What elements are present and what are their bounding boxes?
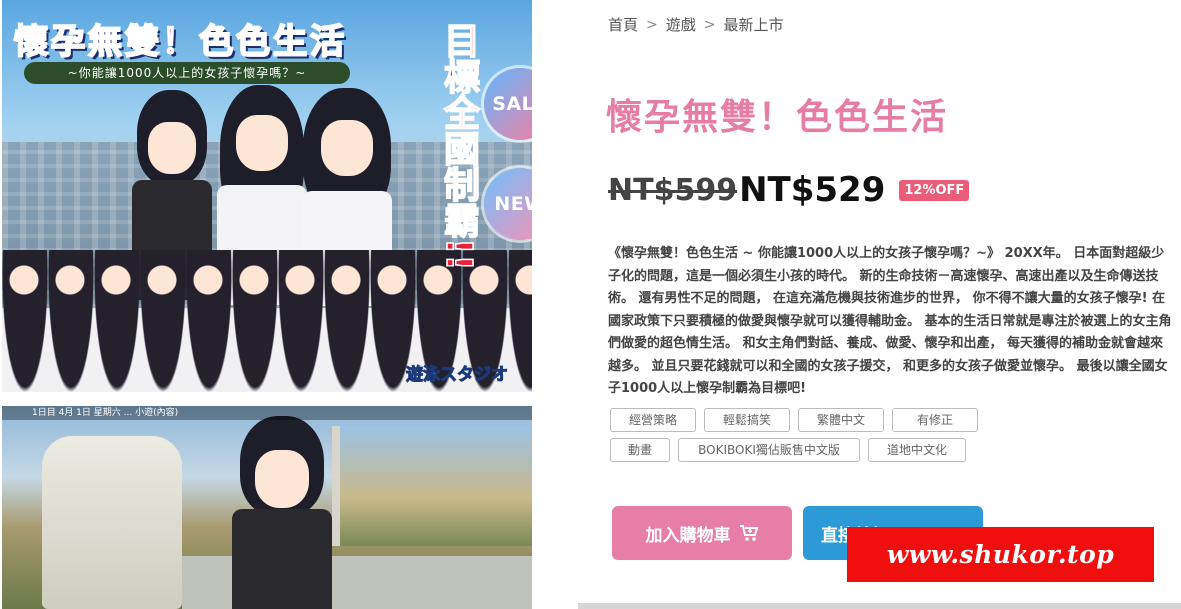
breadcrumb-games[interactable]: 遊戲 [666, 14, 696, 35]
hero-subtitle: ~你能讓1000人以上的女孩子懷孕嗎？~ [24, 62, 350, 84]
game-hud: 1日目 4月 1日 星期六 ... 小遊(內容) [2, 406, 532, 420]
sale-price: NT$529 [739, 170, 886, 210]
breadcrumb: 首頁 > 遊戲 > 最新上市 [608, 14, 784, 35]
character-figure [232, 416, 332, 609]
breadcrumb-new-releases[interactable]: 最新上市 [724, 14, 784, 35]
product-description: 《懷孕無雙！色色生活 ~ 你能讓1000人以上的女孩子懷孕嗎？~》 20XX年。… [608, 246, 1172, 396]
hero-vertical-slogan: 目標全國制霸!! [437, 21, 480, 271]
chevron-right-icon: > [646, 16, 658, 33]
tag[interactable]: 有修正 [892, 408, 978, 432]
add-to-cart-button[interactable]: 加入購物車 [612, 506, 792, 560]
discount-badge: 12%OFF [899, 179, 970, 201]
car-seat [42, 436, 182, 609]
divider [578, 603, 1181, 609]
tag[interactable]: 繁體中文 [798, 408, 884, 432]
watermark-banner: www.shukor.top [847, 527, 1154, 582]
tag[interactable]: BOKIBOKI獨佔販售中文版 [678, 438, 860, 462]
product-title: 懷孕無雙！色色生活 [606, 97, 949, 138]
car-window [332, 426, 532, 546]
studio-logo: 遊泳スタジオ [406, 365, 509, 386]
product-hero-image[interactable]: 懷孕無雙！色色生活 ~你能讓1000人以上的女孩子懷孕嗎？~ 目標全國制霸!! … [2, 0, 532, 392]
tag[interactable]: 道地中文化 [868, 438, 966, 462]
add-to-cart-label: 加入購物車 [645, 525, 731, 546]
breadcrumb-home[interactable]: 首頁 [608, 14, 638, 35]
tag-list: 經營策略 輕鬆搞笑 繁體中文 有修正 動畫 BOKIBOKI獨佔販售中文版 道地… [610, 408, 1040, 462]
gameplay-screenshot[interactable]: 1日目 4月 1日 星期六 ... 小遊(內容) [2, 406, 532, 609]
price-row: NT$599 NT$529 12%OFF [608, 170, 970, 210]
sale-badge: SALE [484, 68, 532, 140]
chevron-right-icon: > [703, 16, 716, 33]
original-price: NT$599 [608, 172, 738, 208]
hero-title: 懷孕無雙！色色生活 [13, 21, 347, 63]
tag[interactable]: 經營策略 [610, 408, 696, 432]
tag[interactable]: 動畫 [610, 438, 670, 462]
tag[interactable]: 輕鬆搞笑 [704, 408, 790, 432]
cart-icon [739, 525, 758, 541]
